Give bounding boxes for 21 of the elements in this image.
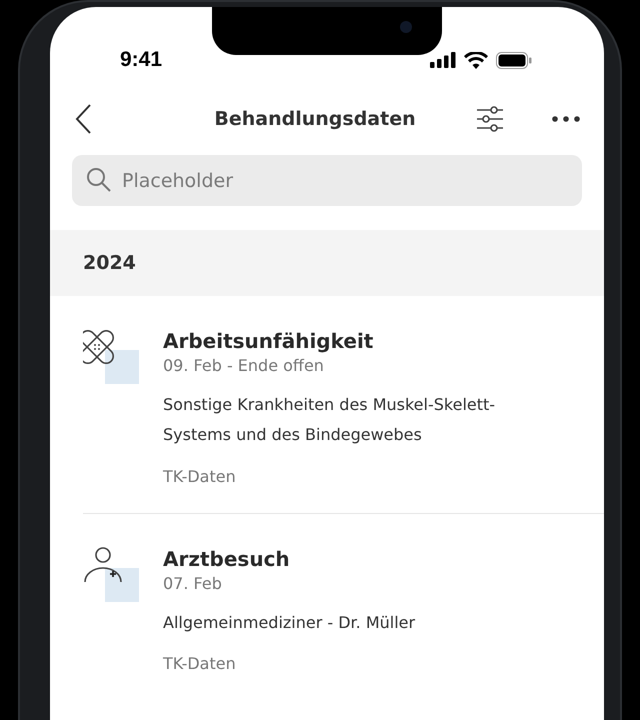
entry-source: TK-Daten bbox=[163, 466, 237, 488]
signal-icon bbox=[430, 52, 456, 68]
camera-dot bbox=[400, 21, 412, 33]
page-title: Behandlungsdaten bbox=[213, 106, 417, 132]
entry-description: Sonstige Krankheiten des Muskel-Skelett-Systems und des Bindegewebes bbox=[163, 394, 496, 446]
status-time: 9:41 bbox=[120, 47, 162, 74]
search-field[interactable]: Placeholder bbox=[72, 155, 582, 206]
entry-description: Allgemeinmediziner - Dr. Müller bbox=[163, 612, 416, 634]
wifi-icon bbox=[464, 52, 488, 68]
list-entry[interactable]: Arbeitsunfähigkeit 09. Feb - Ende offen Sonstige Krankheiten des Muskel-Skelett-Systems und des Bindegewebes TK-Daten bbox=[50, 296, 604, 513]
more-icon[interactable] bbox=[552, 116, 580, 122]
section-title: 2024 bbox=[83, 250, 136, 276]
entry-title: Arztbesuch bbox=[163, 546, 291, 572]
filter-icon[interactable] bbox=[476, 106, 504, 132]
search-icon bbox=[86, 167, 112, 193]
entry-title: Arbeitsunfähigkeit bbox=[163, 328, 374, 354]
entry-date: 09. Feb - Ende offen bbox=[163, 355, 325, 377]
entry-date: 07. Feb bbox=[163, 572, 223, 595]
battery-icon bbox=[496, 52, 532, 68]
entry-source: TK-Daten bbox=[163, 653, 237, 676]
list-entry[interactable]: Arztbesuch 07. Feb Allgemeinmediziner - Dr. Müller TK-Daten bbox=[83, 512, 604, 700]
